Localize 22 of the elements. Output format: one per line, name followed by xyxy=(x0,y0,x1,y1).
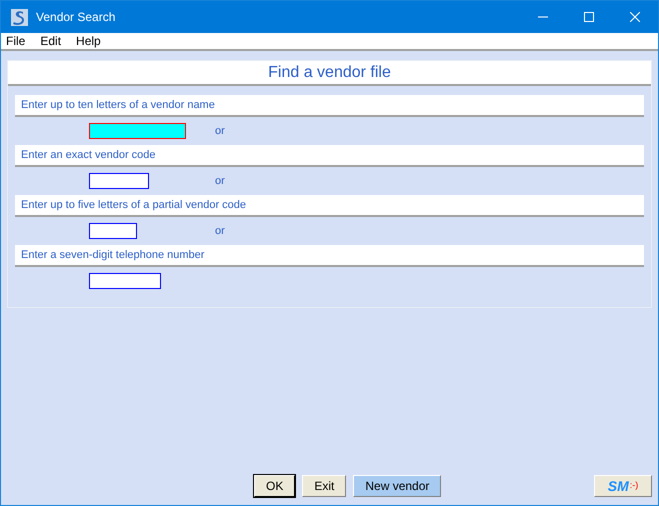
field-prompt: Enter up to five letters of a partial vendor code xyxy=(15,195,644,217)
panel-heading: Find a vendor file xyxy=(8,61,651,86)
or-label: or xyxy=(215,224,225,239)
menu-item[interactable]: Edit xyxy=(40,32,62,50)
or-label: or xyxy=(215,174,225,189)
window-title: Vendor Search xyxy=(36,9,116,26)
or-label: or xyxy=(215,124,225,139)
field-prompt: Enter up to ten letters of a vendor name xyxy=(15,95,644,117)
input-field[interactable] xyxy=(89,123,186,139)
dialog-button[interactable]: OK xyxy=(254,475,296,497)
dialog-button[interactable]: Exit xyxy=(302,475,346,497)
maximize-icon xyxy=(584,12,594,22)
menu-item[interactable]: File xyxy=(6,32,26,50)
field-prompt: Enter a seven-digit telephone number xyxy=(15,245,644,267)
input-field[interactable] xyxy=(89,273,161,289)
dialog-button[interactable]: New vendor xyxy=(353,475,442,497)
input-field[interactable] xyxy=(89,173,149,189)
close-icon xyxy=(630,12,640,22)
field-prompt: Enter an exact vendor code xyxy=(15,145,644,167)
menu-item[interactable]: Help xyxy=(76,32,101,50)
input-field[interactable] xyxy=(89,223,137,239)
app-logo-icon xyxy=(11,8,28,26)
